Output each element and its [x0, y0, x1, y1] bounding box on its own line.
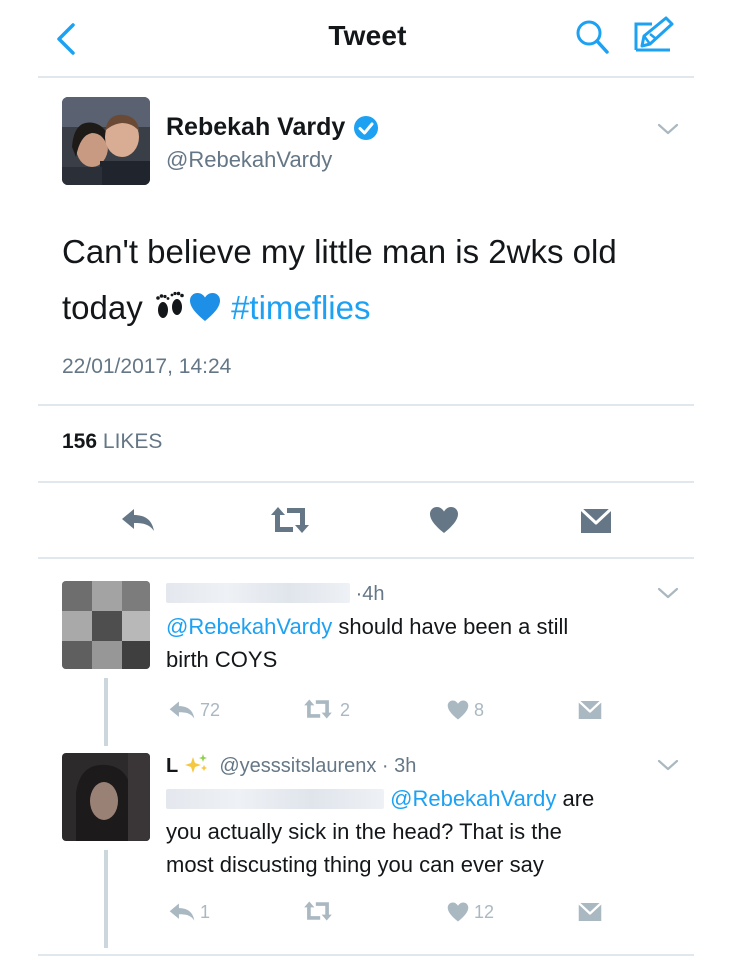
tweet-text-line-1: Can't believe my little man is 2wks old: [62, 233, 617, 270]
direct-message-icon[interactable]: [578, 902, 602, 922]
reply-text: @RebekahVardy are you actually sick in t…: [166, 782, 706, 881]
reply-meta: L @yesssitslaurenx · 3h: [166, 753, 416, 778]
display-name[interactable]: Rebekah Vardy: [166, 113, 345, 142]
page-title: Tweet: [328, 20, 407, 51]
mention-link[interactable]: @RebekahVardy: [166, 614, 332, 639]
reply-time: 4h: [362, 583, 385, 605]
reply-text: @RebekahVardy should have been a still b…: [166, 610, 696, 676]
verified-badge-icon: [354, 115, 379, 140]
avatar[interactable]: [62, 97, 150, 185]
divider: [38, 76, 694, 78]
likes-summary[interactable]: 156 LIKES: [62, 430, 162, 454]
like-heart-icon[interactable]: [446, 901, 470, 923]
reply-time: 3h: [394, 755, 417, 777]
like-heart-icon[interactable]: [446, 699, 470, 721]
avatar[interactable]: [62, 581, 150, 669]
reply-text-line-1: should have been a still: [332, 614, 569, 639]
chevron-down-icon[interactable]: [656, 121, 680, 137]
reply-icon[interactable]: [168, 700, 196, 720]
retweet-icon[interactable]: [268, 505, 312, 535]
reply-icon[interactable]: [120, 507, 156, 533]
reply-count: 1: [200, 902, 211, 922]
top-navigation-bar: Tweet: [0, 0, 735, 78]
avatar[interactable]: [62, 753, 150, 841]
hidden-author-name: [166, 583, 350, 603]
direct-message-icon[interactable]: [580, 508, 612, 534]
reply-text-tail: are: [556, 786, 595, 811]
blue-heart-emoji-icon: [189, 293, 220, 321]
tweet-text-line-2: today: [62, 289, 143, 326]
divider: [38, 954, 694, 956]
retweet-count: 2: [340, 700, 351, 720]
likes-label: LIKES: [102, 430, 163, 453]
reply-text-line-2: birth COYS: [166, 647, 278, 672]
author-name-row: Rebekah Vardy: [166, 113, 379, 142]
like-count: 8: [474, 700, 485, 720]
display-name[interactable]: L: [166, 755, 178, 777]
reply-icon[interactable]: [168, 902, 196, 922]
divider: [38, 557, 694, 559]
hidden-mentions: [166, 789, 384, 809]
compose-icon[interactable]: [630, 14, 676, 56]
likes-count: 156: [62, 430, 98, 453]
thread-line: [104, 850, 108, 948]
handle[interactable]: @RebekahVardy: [166, 147, 332, 173]
reply-time-separator: ·: [376, 755, 395, 777]
retweet-icon[interactable]: [302, 698, 334, 720]
chevron-down-icon[interactable]: [656, 757, 680, 773]
direct-message-icon[interactable]: [578, 700, 602, 720]
reply-handle[interactable]: @yesssitslaurenx: [219, 755, 376, 777]
sparkles-emoji-icon: [184, 754, 207, 773]
reply-text-line-3: most discusting thing you can ever say: [166, 852, 544, 877]
retweet-icon[interactable]: [302, 900, 334, 922]
footprints-emoji-icon: [156, 291, 184, 318]
chevron-down-icon[interactable]: [656, 585, 680, 601]
tweet-text: Can't believe my little man is 2wks old …: [62, 224, 702, 336]
like-heart-icon[interactable]: [428, 505, 460, 535]
thread-line: [104, 678, 108, 746]
divider: [38, 481, 694, 483]
mention-link[interactable]: @RebekahVardy: [390, 786, 556, 811]
search-icon[interactable]: [574, 18, 610, 56]
divider: [38, 404, 694, 406]
reply-meta: ·4h: [166, 583, 384, 606]
tweet-timestamp: 22/01/2017, 14:24: [62, 355, 232, 378]
reply-count: 72: [200, 700, 221, 720]
like-count: 12: [474, 902, 495, 922]
hashtag-link[interactable]: #timeflies: [231, 289, 370, 326]
reply-text-line-2: you actually sick in the head? That is t…: [166, 819, 562, 844]
